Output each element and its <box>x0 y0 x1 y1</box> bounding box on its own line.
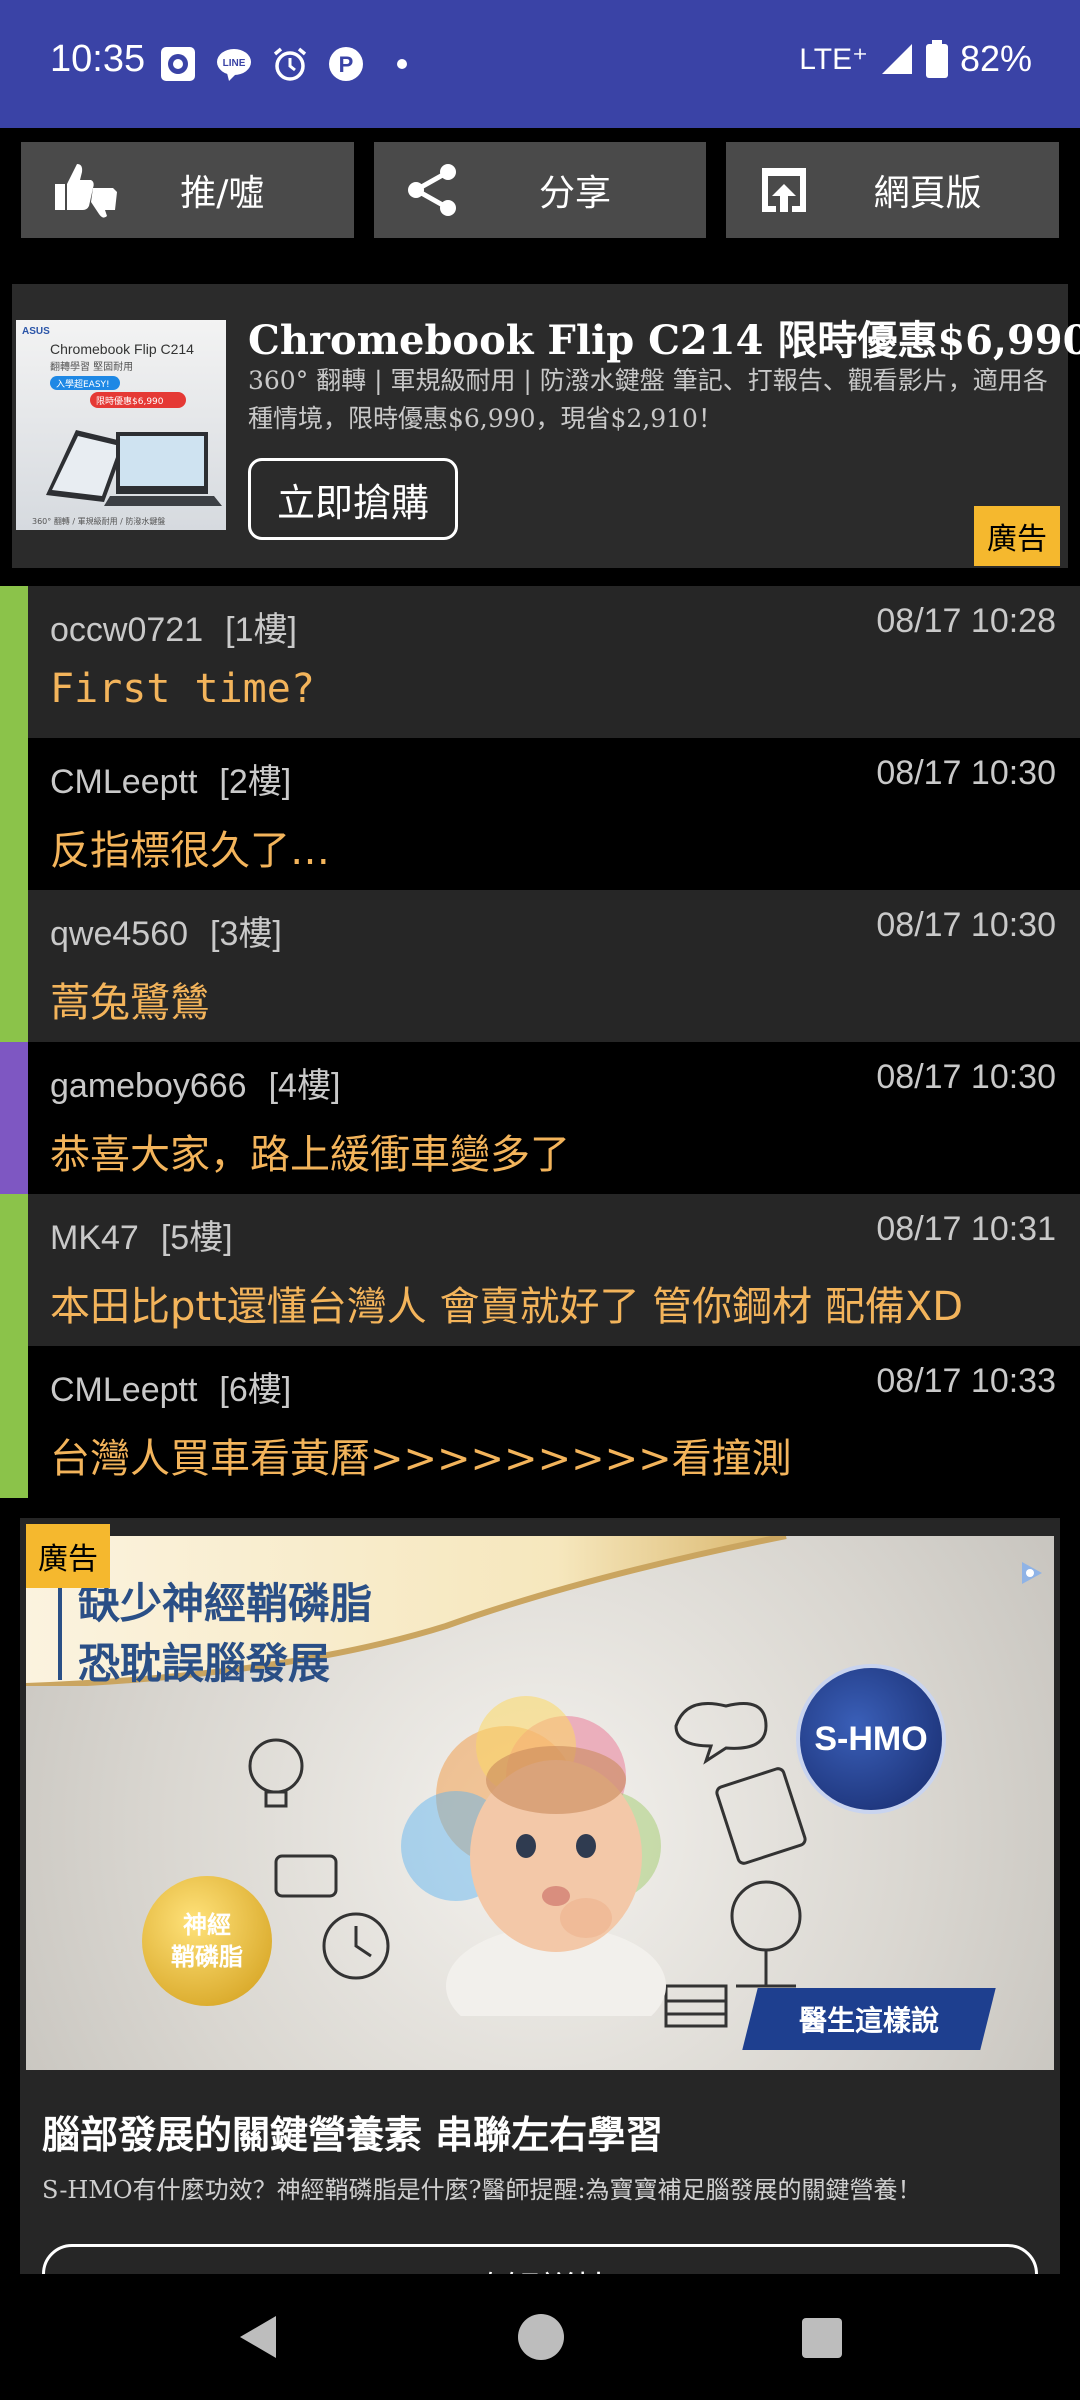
status-time: 10:35 <box>50 38 146 80</box>
comment-text: 反指標很久了… <box>50 828 330 874</box>
comment-row[interactable]: gameboy666 [4樓] 08/17 10:30 恭喜大家，路上緩衝車變多了 <box>0 1042 1080 1194</box>
comment-list: occw0721 [1樓] 08/17 10:28 First time? CML… <box>0 586 1080 1498</box>
dot-icon <box>382 44 422 84</box>
comment-time: 08/17 10:30 <box>876 906 1056 944</box>
ad-badge: 廣告 <box>974 506 1060 566</box>
comment-row[interactable]: CMLeeptt [2樓] 08/17 10:30 反指標很久了… <box>0 738 1080 890</box>
comment-author: occw0721 [1樓] <box>50 611 297 649</box>
battery-level: 82% <box>959 38 1032 79</box>
shmo-logo: S-HMO <box>796 1664 946 1814</box>
vote-indicator-bar <box>0 738 28 890</box>
svg-text:翻轉學習 堅固耐用: 翻轉學習 堅固耐用 <box>50 360 133 373</box>
comment-floor: [5樓] <box>160 1219 233 1257</box>
vote-button[interactable]: 推/噓 <box>21 142 354 238</box>
sponsored-ad-chromebook[interactable]: ASUS Chromebook Flip C214 翻轉學習 堅固耐用 入學超E… <box>12 284 1080 568</box>
recents-icon[interactable] <box>802 2318 842 2358</box>
comment-text: 台灣人買車看黃曆>>>>>>>>>看撞測 <box>50 1436 792 1482</box>
home-icon[interactable] <box>518 2314 564 2360</box>
svg-text:入學超EASY!: 入學超EASY! <box>56 378 110 390</box>
adchoices-icon[interactable] <box>1016 1558 1046 1588</box>
vote-indicator-bar <box>0 1042 28 1194</box>
comment-time: 08/17 10:30 <box>876 1058 1056 1096</box>
system-nav-bar <box>0 2274 1080 2400</box>
ad-headline-1: 缺少神經鞘磷脂 <box>78 1579 373 1628</box>
sphingomyelin-badge: 神經 鞘磷脂 <box>142 1876 272 2006</box>
comment-author: qwe4560 [3樓] <box>50 915 282 953</box>
signal-app-icon <box>158 44 198 84</box>
learn-more-button[interactable]: 瞭解詳情 <box>42 2244 1038 2274</box>
parking-icon: P <box>326 44 366 84</box>
ad-headline-2: 恐耽誤腦發展 <box>78 1639 331 1688</box>
comment-floor: [6樓] <box>219 1371 292 1409</box>
web-version-button[interactable]: 網頁版 <box>726 142 1060 238</box>
comment-text: First time? <box>50 666 315 712</box>
comment-row[interactable]: qwe4560 [3樓] 08/17 10:30 蒿兔鷺鷥 <box>0 890 1080 1042</box>
comment-floor: [3樓] <box>210 915 282 953</box>
comment-author: CMLeeptt [6樓] <box>50 1371 292 1409</box>
thumbs-up-down-icon <box>55 164 117 218</box>
svg-text:LINE: LINE <box>223 58 246 69</box>
ad-title[interactable]: Chromebook Flip C214 限時優惠$6,990 <box>248 308 1080 366</box>
svg-text:360° 翻轉 / 軍規級耐用 / 防潑水鍵盤: 360° 翻轉 / 軍規級耐用 / 防潑水鍵盤 <box>32 516 165 526</box>
comment-time: 08/17 10:28 <box>876 602 1056 640</box>
comment-author: gameboy666 [4樓] <box>50 1067 341 1105</box>
share-button[interactable]: 分享 <box>373 142 707 238</box>
vote-indicator-bar <box>0 1194 28 1346</box>
ad-badge: 廣告 <box>26 1524 110 1588</box>
ad-banner-image[interactable]: 缺少神經鞘磷脂 恐耽誤腦發展 S-HMO 神經 鞘磷脂 醫生這樣說 <box>26 1536 1054 2070</box>
sponsored-ad-shmo[interactable]: 缺少神經鞘磷脂 恐耽誤腦發展 S-HMO 神經 鞘磷脂 醫生這樣說 廣告 腦部發… <box>20 1518 1060 2274</box>
ad-product-image[interactable]: ASUS Chromebook Flip C214 翻轉學習 堅固耐用 入學超E… <box>16 320 226 530</box>
ad-title[interactable]: 腦部發展的關鍵營養素 串聯左右學習 <box>42 2104 663 2159</box>
open-in-browser-icon <box>762 168 807 212</box>
notification-icons: LINE P <box>158 44 422 84</box>
comment-text: 本田比ptt還懂台灣人 會賣就好了 管你鋼材 配備XD <box>50 1284 964 1330</box>
comment-author: MK47 [5樓] <box>50 1219 233 1257</box>
article-toolbar: 推/噓 分享 網頁版 <box>21 142 1060 238</box>
vote-indicator-bar <box>0 890 28 1042</box>
comment-floor: [1樓] <box>225 611 297 649</box>
comment-row[interactable]: CMLeeptt [6樓] 08/17 10:33 台灣人買車看黃曆>>>>>>>… <box>0 1346 1080 1498</box>
comment-text: 蒿兔鷺鷥 <box>50 980 210 1026</box>
comment-floor: [4樓] <box>268 1067 341 1105</box>
baby-photo <box>446 1746 666 2016</box>
comment-floor: [2樓] <box>219 763 292 801</box>
share-icon <box>407 164 456 216</box>
ad-description: 360° 翻轉 | 軍規級耐用 | 防潑水鍵盤 筆記、打報告、觀看影片，適用各種… <box>248 366 1048 433</box>
comment-row[interactable]: MK47 [5樓] 08/17 10:31 本田比ptt還懂台灣人 會賣就好了 管… <box>0 1194 1080 1346</box>
comment-time: 08/17 10:30 <box>876 754 1056 792</box>
battery-icon <box>925 40 948 78</box>
vote-indicator-bar <box>0 586 28 738</box>
doctor-says-banner: 醫生這樣說 <box>742 1988 996 2050</box>
cell-signal-icon <box>881 44 912 74</box>
status-bar: 10:35 LINE P LTE⁺ 82% <box>0 0 1080 128</box>
vote-indicator-bar <box>0 1346 28 1498</box>
buy-now-button[interactable]: 立即搶購 <box>248 458 458 540</box>
back-icon[interactable] <box>236 2314 278 2360</box>
line-icon: LINE <box>214 44 254 84</box>
svg-text:限時優惠$6,990: 限時優惠$6,990 <box>96 395 164 407</box>
comment-time: 08/17 10:31 <box>876 1210 1056 1248</box>
network-type: LTE⁺ <box>799 42 868 76</box>
comment-row[interactable]: occw0721 [1樓] 08/17 10:28 First time? <box>0 586 1080 738</box>
svg-text:P: P <box>339 52 354 77</box>
ad-description: S-HMO有什麼功效？神經鞘磷脂是什麼?醫師提醒:為寶寶補足腦發展的關鍵營養！ <box>42 2176 922 2204</box>
svg-text:Chromebook Flip C214: Chromebook Flip C214 <box>50 341 194 357</box>
comment-time: 08/17 10:33 <box>876 1362 1056 1400</box>
comment-text: 恭喜大家，路上緩衝車變多了 <box>50 1132 570 1178</box>
alarm-icon <box>270 44 310 84</box>
status-right: LTE⁺ 82% <box>799 38 1032 80</box>
svg-text:ASUS: ASUS <box>22 326 50 337</box>
comment-author: CMLeeptt [2樓] <box>50 763 292 801</box>
